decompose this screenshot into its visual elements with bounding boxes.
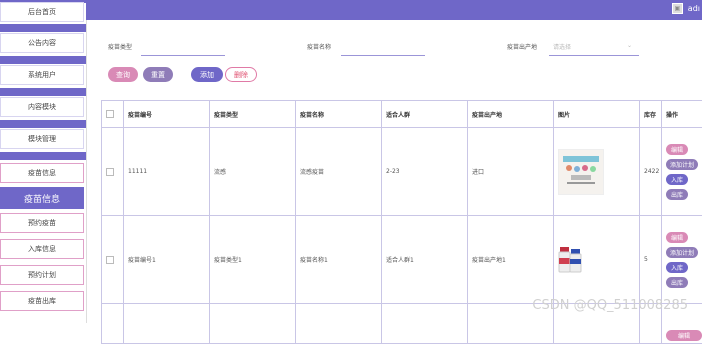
cell-origin: 进口 — [468, 128, 554, 216]
reset-button[interactable]: 重置 — [143, 67, 173, 82]
row-select-cell[interactable] — [102, 216, 124, 304]
outbound-button[interactable]: 出库 — [666, 189, 688, 200]
sidebar-item-notices[interactable]: 公告内容 — [0, 33, 84, 53]
cell-image — [554, 128, 640, 216]
sidebar-item-home[interactable]: 后台首页 — [0, 2, 84, 22]
cell-image — [554, 216, 640, 304]
column-header: 疫苗名称 — [296, 101, 382, 128]
table-row: 疫苗编号1 疫苗类型1 疫苗名称1 适合人群1 疫苗出产地1 5 编辑 添加计划 — [102, 216, 702, 304]
column-header: 适合人群 — [382, 101, 468, 128]
vaccine-name-label: 疫苗名称 — [307, 42, 331, 51]
vaccine-name-input[interactable] — [341, 55, 425, 56]
sidebar-item-label: 系统用户 — [28, 70, 56, 80]
sidebar-item-label: 预约计划 — [28, 270, 56, 280]
query-button[interactable]: 查询 — [108, 67, 138, 82]
row-select-cell[interactable] — [102, 128, 124, 216]
vaccine-origin-select[interactable]: 请选择 — [553, 42, 571, 51]
vaccine-image-graphic — [559, 150, 603, 194]
watermark-text: CSDN @QQ_511008285 — [532, 298, 688, 313]
sidebar-item-modules[interactable]: 模块管理 — [0, 129, 84, 149]
row-checkbox[interactable] — [106, 256, 114, 264]
sidebar-item-label: 疫苗出库 — [28, 296, 56, 306]
row-select-cell[interactable] — [102, 304, 124, 344]
cell-group — [382, 304, 468, 344]
edit-button[interactable]: 编辑 — [666, 330, 702, 341]
add-plan-button[interactable]: 添加计划 — [666, 159, 698, 170]
top-header: ▣ adı — [86, 0, 702, 20]
table-header-row: 疫苗编号 疫苗类型 疫苗名称 适合人群 疫苗出产地 图片 库存 操作 — [102, 101, 702, 128]
sidebar-item-label: 后台首页 — [28, 7, 56, 17]
cell-name: 流感疫苗 — [296, 128, 382, 216]
cell-name — [296, 304, 382, 344]
outbound-button[interactable]: 出库 — [666, 277, 688, 288]
sidebar-item-label: 疫苗信息 — [24, 192, 60, 205]
cell-code: 11111 — [124, 128, 210, 216]
vaccine-image[interactable] — [558, 245, 582, 275]
column-header: 图片 — [554, 101, 640, 128]
select-all-checkbox[interactable] — [106, 110, 114, 118]
inbound-button[interactable]: 入库 — [666, 174, 688, 185]
edit-button[interactable]: 编辑 — [666, 232, 688, 243]
sidebar-bar — [0, 88, 86, 96]
sidebar-bar — [0, 152, 86, 160]
sidebar-submenu-item[interactable]: 疫苗出库 — [0, 291, 84, 311]
user-menu[interactable]: ▣ adı — [672, 3, 700, 14]
vaccine-origin-label: 疫苗出产地 — [507, 42, 537, 51]
cell-type: 流感 — [210, 128, 296, 216]
sidebar-submenu-item[interactable]: 预约计划 — [0, 265, 84, 285]
delete-button[interactable]: 删除 — [225, 67, 257, 82]
cell-code: 疫苗编号1 — [124, 216, 210, 304]
sidebar-item-content[interactable]: 内容模块 — [0, 97, 84, 117]
cell-stock: 5 — [640, 216, 662, 304]
column-header: 库存 — [640, 101, 662, 128]
sidebar-item-vaccine-info-active[interactable]: 疫苗信息 — [0, 187, 84, 209]
column-header: 疫苗出产地 — [468, 101, 554, 128]
column-header: 疫苗编号 — [124, 101, 210, 128]
vaccine-image[interactable] — [558, 149, 604, 195]
sidebar-item-users[interactable]: 系统用户 — [0, 65, 84, 85]
avatar-icon[interactable]: ▣ — [672, 3, 683, 14]
cell-group: 适合人群1 — [382, 216, 468, 304]
vaccine-vial-graphic — [558, 245, 582, 275]
vaccine-type-label: 疫苗类型 — [108, 42, 132, 51]
add-plan-button[interactable]: 添加计划 — [666, 247, 698, 258]
sidebar-submenu-item[interactable]: 预约疫苗 — [0, 213, 84, 233]
sidebar-item-label: 内容模块 — [28, 102, 56, 112]
edit-button[interactable]: 编辑 — [666, 144, 688, 155]
cell-type — [210, 304, 296, 344]
sidebar-bar — [0, 56, 86, 64]
row-checkbox[interactable] — [106, 168, 114, 176]
sidebar-item-label: 疫苗信息 — [28, 168, 56, 178]
cell-actions: 编辑 添加计划 入库 出库 — [662, 216, 702, 304]
sidebar-item-label: 模块管理 — [28, 134, 56, 144]
select-all-cell[interactable] — [102, 101, 124, 128]
sidebar-bar — [0, 24, 86, 32]
inbound-button[interactable]: 入库 — [666, 262, 688, 273]
sidebar-bar — [0, 120, 86, 128]
cell-stock: 2422 — [640, 128, 662, 216]
cell-actions: 编辑 添加计划 入库 出库 — [662, 128, 702, 216]
vaccine-type-input[interactable] — [141, 55, 225, 56]
cell-code — [124, 304, 210, 344]
column-header: 操作 — [662, 101, 702, 128]
username: adı — [688, 4, 700, 13]
column-header: 疫苗类型 — [210, 101, 296, 128]
sidebar-item-vaccine-info[interactable]: 疫苗信息 — [0, 163, 84, 183]
sidebar-submenu-item[interactable]: 入库信息 — [0, 239, 84, 259]
sidebar-item-label: 预约疫苗 — [28, 218, 56, 228]
chevron-down-icon[interactable]: ⌄ — [627, 42, 632, 49]
add-button[interactable]: 添加 — [191, 67, 223, 82]
cell-type: 疫苗类型1 — [210, 216, 296, 304]
table-row: 11111 流感 流感疫苗 2-23 进口 2422 编辑 添加计 — [102, 128, 702, 216]
sidebar-item-label: 公告内容 — [28, 38, 56, 48]
sidebar: 后台首页 公告内容 系统用户 内容模块 模块管理 疫苗信息 疫苗信息 预约疫苗 … — [0, 0, 87, 323]
cell-group: 2-23 — [382, 128, 468, 216]
cell-origin: 疫苗出产地1 — [468, 216, 554, 304]
sidebar-item-label: 入库信息 — [28, 244, 56, 254]
vaccine-origin-underline — [549, 55, 639, 56]
cell-name: 疫苗名称1 — [296, 216, 382, 304]
